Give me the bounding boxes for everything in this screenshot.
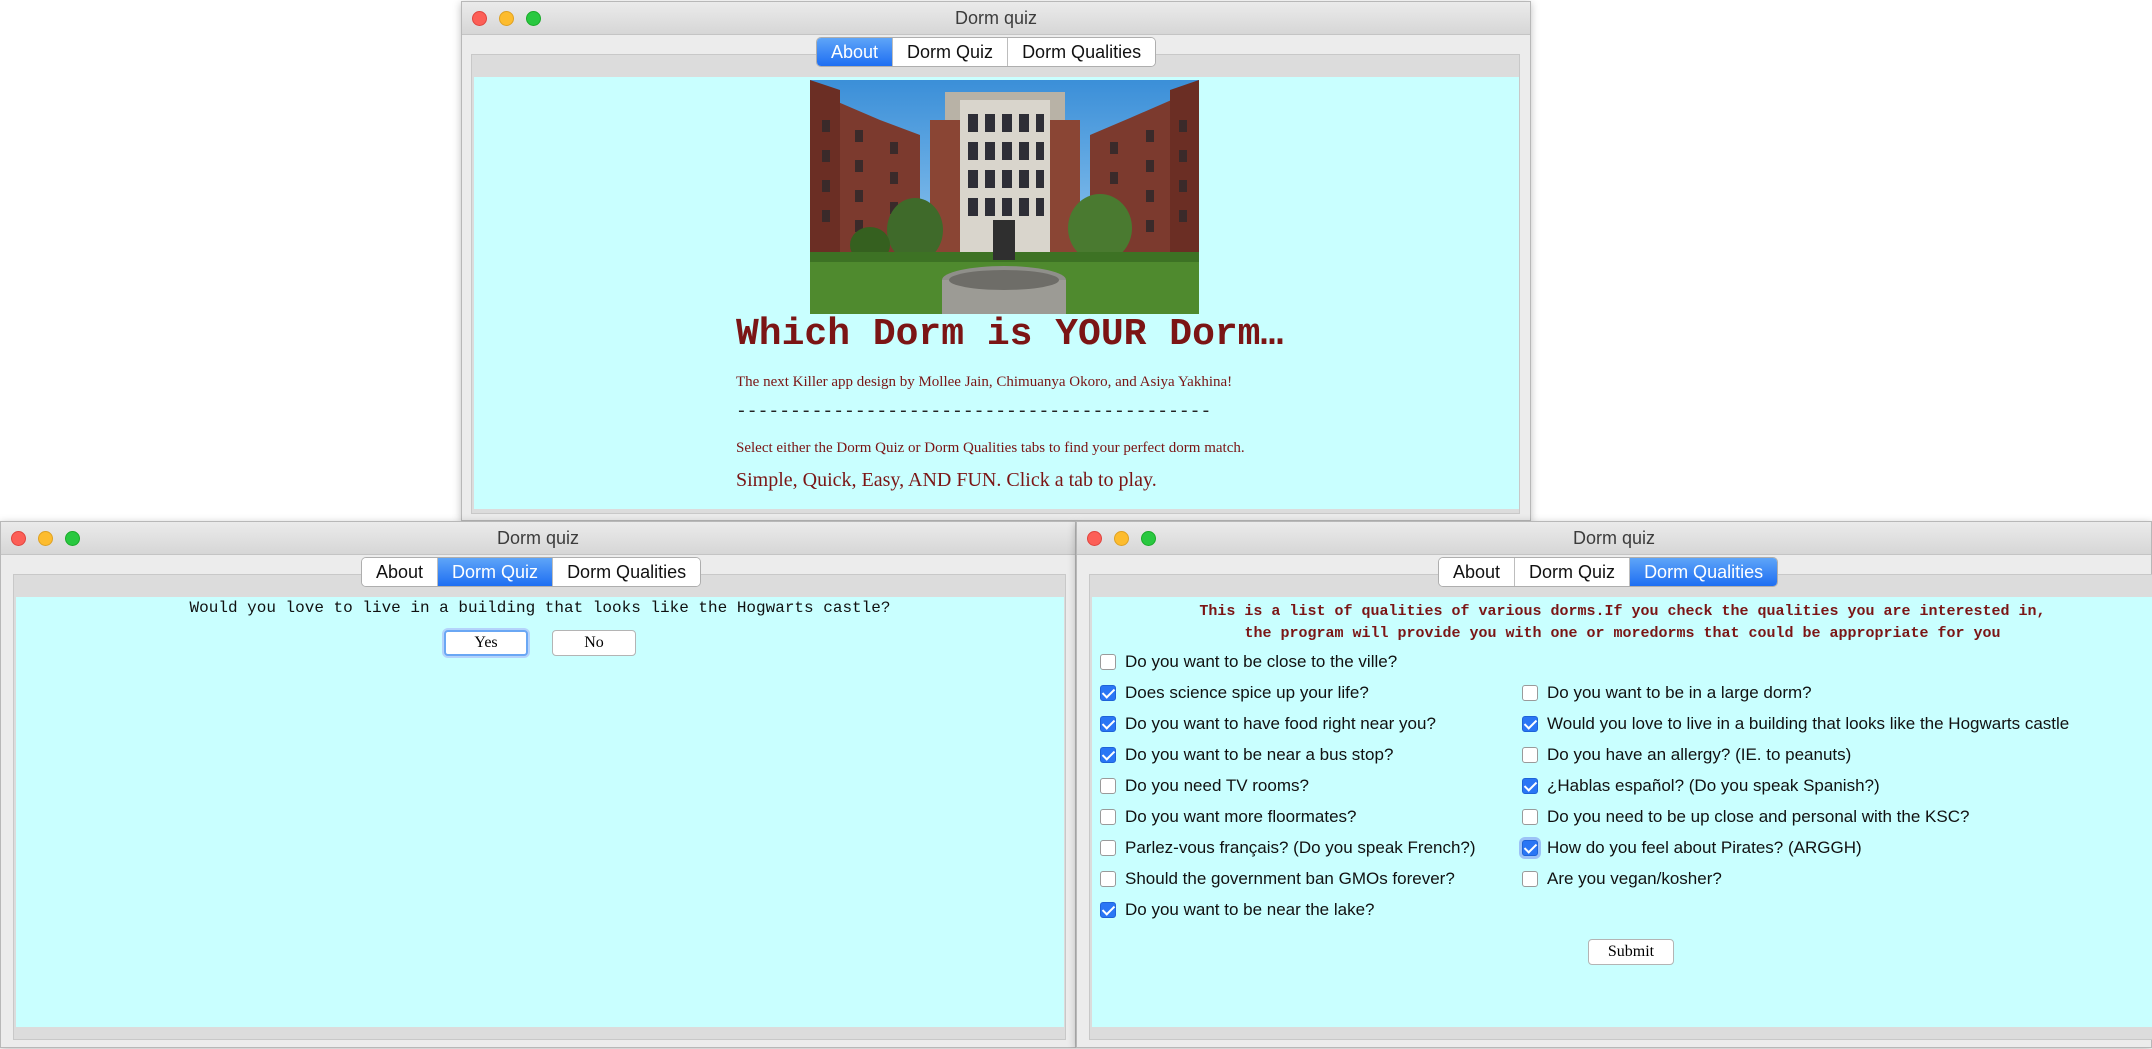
quality-label: Do you want to be close to the ville?	[1125, 652, 1398, 671]
quality-option[interactable]: ¿Hablas español? (Do you speak Spanish?)	[1522, 773, 1880, 799]
tab-dorm-qualities[interactable]: Dorm Qualities	[1630, 558, 1778, 586]
quality-label: Are you vegan/kosher?	[1547, 869, 1722, 888]
tab-about[interactable]: About	[1439, 558, 1516, 586]
no-button[interactable]: No	[552, 630, 636, 656]
quality-option[interactable]: Does science spice up your life?	[1100, 680, 1369, 706]
window-title: Dorm quiz	[1572, 528, 1656, 548]
yes-button[interactable]: Yes	[444, 630, 528, 656]
quality-label: Parlez-vous français? (Do you speak Fren…	[1125, 838, 1476, 857]
quality-option[interactable]: Do you want to have food right near you?	[1100, 711, 1436, 737]
about-window: Dorm quiz About Dorm Quiz Dorm Qualities	[461, 1, 1531, 521]
tab-about[interactable]: About	[817, 38, 894, 66]
quality-label: How do you feel about Pirates? (ARGGH)	[1547, 838, 1862, 857]
quality-label: Do you want to be near the lake?	[1125, 900, 1375, 919]
tab-about[interactable]: About	[362, 558, 439, 586]
intro-line-1: This is a list of qualities of various d…	[1199, 603, 2046, 620]
checkbox[interactable]	[1100, 809, 1116, 825]
quality-label: Do you need TV rooms?	[1125, 776, 1309, 795]
quality-label: Do you want more floormates?	[1125, 807, 1357, 826]
about-tab-bar: About Dorm Quiz Dorm Qualities	[816, 37, 1157, 67]
quality-label: Do you need to be up close and personal …	[1547, 807, 1970, 826]
divider-text: ----------------------------------------…	[736, 402, 1212, 422]
about-titlebar[interactable]: Dorm quiz	[462, 2, 1530, 35]
tab-dorm-qualities[interactable]: Dorm Qualities	[1008, 38, 1156, 66]
quality-option[interactable]: Do you want to be near the lake?	[1100, 897, 1375, 923]
checkbox[interactable]	[1522, 747, 1538, 763]
qualities-tab-bar: About Dorm Quiz Dorm Qualities	[1438, 557, 1779, 587]
tab-dorm-qualities[interactable]: Dorm Qualities	[553, 558, 701, 586]
quality-option[interactable]: Do you want to be in a large dorm?	[1522, 680, 1812, 706]
quality-option[interactable]: Do you want more floormates?	[1100, 804, 1357, 830]
quality-label: Should the government ban GMOs forever?	[1125, 869, 1455, 888]
quality-option[interactable]: Should the government ban GMOs forever?	[1100, 866, 1455, 892]
quality-option[interactable]: Do you want to be near a bus stop?	[1100, 742, 1393, 768]
submit-button[interactable]: Submit	[1588, 939, 1674, 965]
window-title: Dorm quiz	[496, 528, 580, 548]
quality-label: Would you love to live in a building tha…	[1547, 714, 2070, 733]
checkbox[interactable]	[1100, 685, 1116, 701]
quality-label: Do you want to be in a large dorm?	[1547, 683, 1812, 702]
checkbox[interactable]	[1100, 716, 1116, 732]
quiz-tab-bar: About Dorm Quiz Dorm Qualities	[361, 557, 702, 587]
checkbox[interactable]	[1100, 654, 1116, 670]
checkbox[interactable]	[1522, 716, 1538, 732]
checkbox[interactable]	[1100, 902, 1116, 918]
qualities-content: This is a list of qualities of various d…	[1092, 597, 2152, 1027]
intro-line-2: the program will provide you with one or…	[1244, 625, 2001, 642]
qualities-titlebar[interactable]: Dorm quiz	[1077, 522, 2151, 555]
quality-option[interactable]: Parlez-vous français? (Do you speak Fren…	[1100, 835, 1476, 861]
quality-option[interactable]: Would you love to live in a building tha…	[1522, 711, 2069, 737]
checkbox[interactable]	[1522, 840, 1538, 856]
quality-option[interactable]: Do you need TV rooms?	[1100, 773, 1309, 799]
quiz-window: Dorm quiz About Dorm Quiz Dorm Qualities…	[0, 521, 1076, 1048]
quality-option[interactable]: Do you need to be up close and personal …	[1522, 804, 1969, 830]
window-title: Dorm quiz	[954, 8, 1038, 28]
quality-option[interactable]: Do you want to be close to the ville?	[1100, 649, 1397, 675]
quality-option[interactable]: How do you feel about Pirates? (ARGGH)	[1522, 835, 1862, 861]
quiz-titlebar[interactable]: Dorm quiz	[1, 522, 1075, 555]
quality-label: Do you want to be near a bus stop?	[1125, 745, 1394, 764]
dorm-photo	[810, 80, 1199, 314]
checkbox[interactable]	[1522, 871, 1538, 887]
quality-label: Do you want to have food right near you?	[1125, 714, 1436, 733]
checkbox[interactable]	[1522, 809, 1538, 825]
quality-option[interactable]: Do you have an allergy? (IE. to peanuts)	[1522, 742, 1851, 768]
quiz-question: Would you love to live in a building tha…	[189, 599, 891, 617]
quality-label: Do you have an allergy? (IE. to peanuts)	[1547, 745, 1852, 764]
quiz-content: Would you love to live in a building tha…	[16, 597, 1064, 1027]
checkbox[interactable]	[1100, 840, 1116, 856]
quality-option[interactable]: Are you vegan/kosher?	[1522, 866, 1722, 892]
dorm-photo-image	[810, 80, 1199, 314]
checkbox[interactable]	[1100, 778, 1116, 794]
quality-label: ¿Hablas español? (Do you speak Spanish?)	[1547, 776, 1880, 795]
quality-label: Does science spice up your life?	[1125, 683, 1369, 702]
checkbox[interactable]	[1100, 747, 1116, 763]
about-content: Which Dorm is YOUR Dorm… The next Killer…	[474, 77, 1519, 509]
tagline-text: Simple, Quick, Easy, AND FUN. Click a ta…	[736, 469, 1157, 491]
qualities-intro: This is a list of qualities of various d…	[1092, 601, 2152, 645]
checkbox[interactable]	[1522, 778, 1538, 794]
instructions-text: Select either the Dorm Quiz or Dorm Qual…	[736, 440, 1245, 456]
tab-dorm-quiz[interactable]: Dorm Quiz	[1515, 558, 1631, 586]
tab-dorm-quiz[interactable]: Dorm Quiz	[438, 558, 554, 586]
tab-dorm-quiz[interactable]: Dorm Quiz	[893, 38, 1009, 66]
qualities-window: Dorm quiz About Dorm Quiz Dorm Qualities…	[1076, 521, 2152, 1048]
checkbox[interactable]	[1522, 685, 1538, 701]
page-title: Which Dorm is YOUR Dorm…	[736, 313, 1284, 356]
credits-text: The next Killer app design by Mollee Jai…	[736, 374, 1233, 390]
checkbox[interactable]	[1100, 871, 1116, 887]
